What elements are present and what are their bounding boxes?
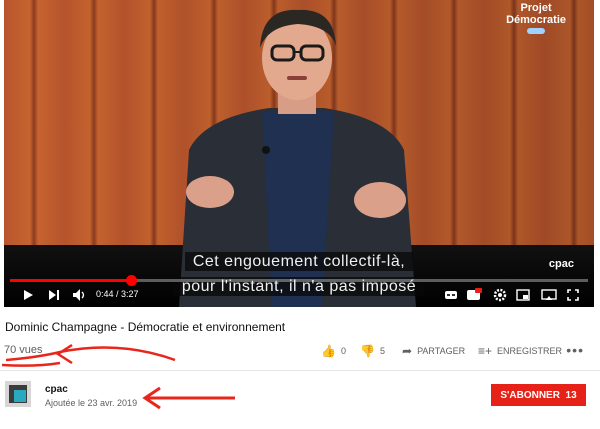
share-button[interactable]: ➦ PARTAGER (402, 344, 465, 358)
brand-watermark: Projet Démocratie (506, 2, 566, 34)
channel-name[interactable]: cpac (45, 384, 68, 395)
time-display: 0:44 / 3:27 (96, 289, 139, 299)
miniplayer-icon[interactable] (516, 289, 530, 301)
like-button[interactable]: 👍 0 (321, 344, 346, 358)
cloud-icon (527, 28, 546, 34)
subtitles-icon[interactable] (466, 288, 482, 302)
thumbs-down-icon: 👎 (360, 344, 375, 358)
autoplay-icon[interactable] (444, 289, 458, 301)
progress-bar[interactable] (10, 275, 588, 286)
volume-icon[interactable] (72, 288, 86, 302)
cast-icon[interactable] (541, 289, 557, 301)
share-icon: ➦ (402, 344, 413, 358)
annotation-arrow-date (142, 386, 235, 410)
subscribe-button[interactable]: S'ABONNER 13 K (491, 384, 586, 423)
save-button[interactable]: ≡+ ENREGISTRER (478, 344, 562, 358)
subtitle-line-1: Cet engouement collectif-là, (4, 252, 594, 271)
play-icon[interactable] (22, 289, 34, 301)
fullscreen-icon[interactable] (567, 289, 579, 301)
next-icon[interactable] (48, 289, 60, 301)
video-player[interactable]: Projet Démocratie cpac Cet engouement co… (4, 0, 594, 307)
annotation-underline (1, 361, 61, 367)
settings-icon[interactable] (493, 288, 507, 302)
player-controls: 0:44 / 3:27 (4, 284, 594, 306)
channel-avatar[interactable] (5, 381, 31, 407)
upload-date: Ajoutée le 23 avr. 2019 (45, 398, 138, 408)
divider (0, 370, 600, 371)
playlist-add-icon: ≡+ (478, 344, 493, 358)
more-options-icon[interactable]: ••• (566, 342, 584, 358)
progress-fill (10, 279, 132, 282)
dislike-button[interactable]: 👎 5 (360, 344, 385, 358)
thumbs-up-icon: 👍 (321, 344, 336, 358)
